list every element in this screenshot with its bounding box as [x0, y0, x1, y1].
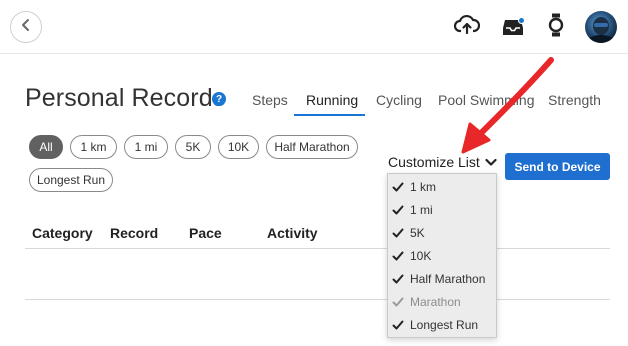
filter-half-marathon[interactable]: Half Marathon [266, 135, 358, 159]
inbox-button[interactable] [500, 14, 526, 40]
column-header-pace[interactable]: Pace [189, 225, 222, 241]
dropdown-item-label: 5K [410, 226, 425, 240]
send-to-device-button[interactable]: Send to Device [505, 153, 610, 180]
filter-1-km[interactable]: 1 km [70, 135, 117, 159]
filter-all[interactable]: All [29, 135, 63, 159]
customize-list-label: Customize List [388, 154, 480, 170]
dropdown-item-label: Half Marathon [410, 272, 486, 286]
checkmark-icon [392, 204, 404, 216]
dropdown-item-1-mi[interactable]: 1 mi [392, 201, 433, 219]
column-header-category[interactable]: Category [32, 225, 93, 241]
filter-5k[interactable]: 5K [175, 135, 211, 159]
filter-1-mi[interactable]: 1 mi [124, 135, 168, 159]
tab-running[interactable]: Running [306, 92, 358, 108]
table-header-divider [25, 248, 610, 249]
cloud-upload-icon [453, 14, 481, 41]
filter-10k[interactable]: 10K [218, 135, 259, 159]
help-icon[interactable]: ? [212, 92, 226, 106]
checkmark-icon [392, 273, 404, 285]
dropdown-item-marathon: Marathon [392, 293, 461, 311]
device-button[interactable] [543, 13, 569, 42]
dropdown-item-5k[interactable]: 5K [392, 224, 425, 242]
dropdown-item-longest-run[interactable]: Longest Run [392, 316, 478, 334]
dropdown-item-label: Marathon [410, 295, 461, 309]
checkmark-icon [392, 250, 404, 262]
column-header-record[interactable]: Record [110, 225, 158, 241]
dropdown-item-label: 10K [410, 249, 432, 263]
dropdown-item-10k[interactable]: 10K [392, 247, 431, 265]
active-tab-indicator [294, 114, 365, 116]
back-button[interactable] [10, 11, 42, 43]
page-title: Personal Records [25, 84, 226, 112]
chevron-down-icon [485, 154, 497, 170]
customize-list-toggle[interactable]: Customize List [388, 154, 497, 170]
dropdown-item-label: 1 mi [410, 203, 433, 217]
dropdown-item-label: Longest Run [410, 318, 479, 332]
customize-list-dropdown: 1 km 1 mi 5K 10K Half Marathon Marathon … [387, 173, 497, 338]
tab-steps[interactable]: Steps [252, 92, 288, 108]
tab-strength[interactable]: Strength [548, 92, 601, 108]
top-bar [0, 0, 628, 54]
checkmark-icon [392, 319, 404, 331]
chevron-left-icon [20, 18, 32, 37]
tab-cycling[interactable]: Cycling [376, 92, 422, 108]
inbox-icon [502, 17, 525, 37]
avatar[interactable] [585, 11, 617, 43]
filter-longest-run[interactable]: Longest Run [29, 168, 113, 192]
dropdown-item-1-km[interactable]: 1 km [392, 178, 436, 196]
watch-icon [548, 13, 564, 42]
notification-badge [518, 17, 525, 24]
column-header-activity[interactable]: Activity [267, 225, 318, 241]
checkmark-icon [392, 181, 404, 193]
dropdown-item-label: 1 km [410, 180, 437, 194]
checkmark-icon [392, 227, 404, 239]
table-row-divider [25, 299, 610, 300]
dropdown-item-half-marathon[interactable]: Half Marathon [392, 270, 485, 288]
checkmark-icon [392, 296, 404, 308]
sync-upload-button[interactable] [453, 14, 481, 41]
tab-pool-swimming[interactable]: Pool Swimming [438, 92, 534, 108]
